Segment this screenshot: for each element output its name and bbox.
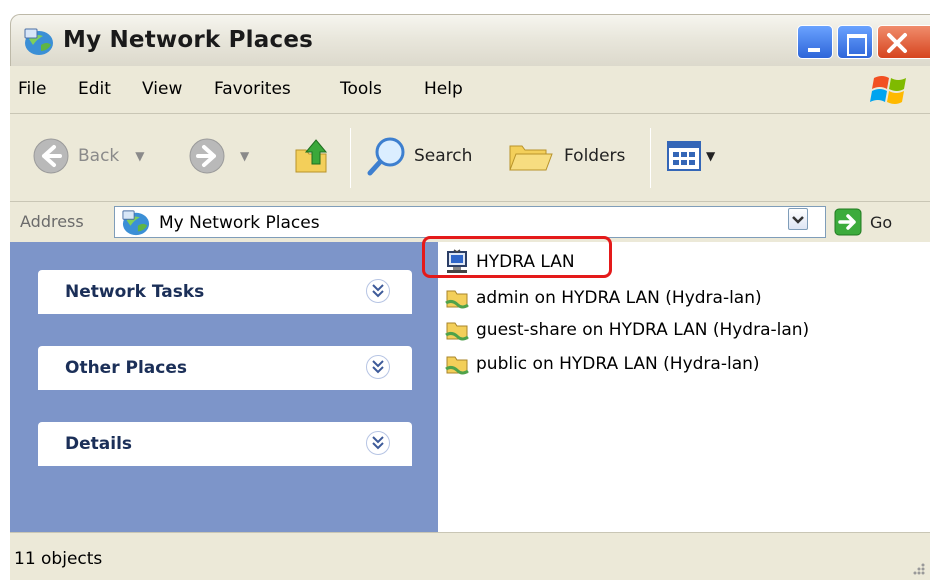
network-share-icon — [445, 290, 469, 309]
minimize-button[interactable] — [797, 25, 833, 59]
list-item[interactable]: guest-share on HYDRA LAN (Hydra-lan) — [444, 316, 809, 344]
status-bar: 11 objects — [10, 532, 930, 580]
search-label: Search — [414, 146, 473, 166]
list-item[interactable]: admin on HYDRA LAN (Hydra-lan) — [444, 284, 762, 312]
title-bar[interactable]: My Network Places — [10, 14, 930, 66]
window-title: My Network Places — [63, 27, 314, 53]
address-label: Address — [20, 212, 84, 231]
toolbar-separator — [650, 128, 651, 188]
list-item-label: public on HYDRA LAN (Hydra-lan) — [476, 354, 760, 374]
views-dropdown-icon[interactable]: ▼ — [706, 149, 715, 163]
folders-icon — [509, 145, 553, 171]
status-object-count: 11 objects — [14, 549, 103, 569]
forward-arrow-icon — [189, 138, 225, 174]
list-item-label: admin on HYDRA LAN (Hydra-lan) — [476, 288, 762, 308]
menu-bar: File Edit View Favorites Tools Help — [10, 66, 930, 114]
maximize-button[interactable] — [837, 25, 873, 59]
list-item[interactable]: public on HYDRA LAN (Hydra-lan) — [444, 350, 760, 378]
task-section-details[interactable]: Details — [38, 422, 412, 466]
file-list: HYDRA LAN admin on HYDRA LAN (Hydra-lan)… — [438, 242, 930, 532]
go-button[interactable]: Go — [834, 208, 920, 236]
network-share-icon — [445, 322, 469, 341]
close-button[interactable] — [877, 25, 930, 59]
address-dropdown-button[interactable] — [788, 208, 808, 230]
views-icon — [667, 141, 701, 171]
task-section-other-places[interactable]: Other Places — [38, 346, 412, 390]
back-arrow-icon — [33, 138, 69, 174]
expand-chevron-icon[interactable] — [366, 355, 390, 379]
up-folder-button[interactable] — [292, 134, 332, 178]
address-input[interactable]: My Network Places — [114, 206, 826, 238]
forward-button[interactable]: ▼ — [188, 134, 249, 178]
task-section-title: Network Tasks — [65, 282, 205, 302]
resize-grip-icon[interactable] — [910, 560, 926, 576]
views-button[interactable]: ▼ — [666, 134, 715, 178]
menu-help[interactable]: Help — [424, 79, 463, 99]
task-pane: Network Tasks Other Places Details — [10, 242, 438, 532]
windows-logo-icon — [870, 76, 906, 104]
network-share-icon — [445, 356, 469, 375]
network-places-icon — [122, 210, 150, 236]
menu-file[interactable]: File — [18, 79, 46, 99]
up-folder-icon — [295, 139, 328, 173]
task-section-network-tasks[interactable]: Network Tasks — [38, 270, 412, 314]
menu-edit[interactable]: Edit — [78, 79, 111, 99]
window-frame-left — [0, 14, 10, 580]
go-label: Go — [870, 212, 893, 232]
selection-highlight-box — [422, 236, 612, 278]
chevron-down-icon — [792, 216, 804, 224]
search-icon — [367, 137, 405, 176]
folders-label: Folders — [564, 146, 626, 166]
network-places-icon — [24, 28, 53, 55]
close-icon — [887, 33, 907, 53]
expand-chevron-icon[interactable] — [366, 279, 390, 303]
list-item-label: guest-share on HYDRA LAN (Hydra-lan) — [476, 320, 810, 340]
address-value: My Network Places — [159, 213, 320, 233]
menu-tools[interactable]: Tools — [340, 79, 382, 99]
folders-button[interactable]: Folders — [506, 134, 625, 178]
toolbar-separator — [350, 128, 351, 188]
search-button[interactable]: Search — [366, 134, 472, 178]
forward-dropdown-icon[interactable]: ▼ — [240, 149, 249, 163]
task-section-title: Details — [65, 434, 133, 454]
menu-view[interactable]: View — [142, 79, 182, 99]
back-button[interactable]: Back ▼ — [32, 134, 145, 178]
menu-favorites[interactable]: Favorites — [214, 79, 291, 99]
back-label: Back — [78, 146, 120, 166]
go-arrow-icon — [834, 208, 862, 236]
back-dropdown-icon[interactable]: ▼ — [135, 149, 144, 163]
task-section-title: Other Places — [65, 358, 187, 378]
toolbar: Back ▼ ▼ Search Folders ▼ — [10, 114, 930, 202]
expand-chevron-icon[interactable] — [366, 431, 390, 455]
